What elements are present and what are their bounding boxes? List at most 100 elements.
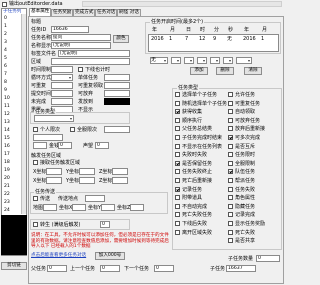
time-cell[interactable]: 2016 [243,36,256,42]
left-list-item[interactable]: 7 [4,72,7,78]
time-mode-select-2[interactable] [171,57,181,64]
left-list-item[interactable]: 5 [4,56,7,62]
area-field[interactable] [51,58,130,65]
left-list-item[interactable]: 24 [4,208,10,214]
left-list-item[interactable]: 15 [4,136,10,142]
bottom-link[interactable]: 点击后能查看更多任务对话 [31,253,86,259]
left-list-item[interactable]: 3 [4,40,7,46]
task-type-select[interactable] [34,115,74,122]
add-sub-button[interactable]: 加入000号 [95,252,125,260]
personal-limit-checkbox[interactable] [33,127,38,132]
task-id-field[interactable]: 16636 [51,26,89,33]
time-cell[interactable]: 2016 [151,36,164,42]
cycle-type-select[interactable] [51,74,73,81]
tab-complete[interactable]: 完成方式 [73,9,96,16]
property-checkbox[interactable] [175,152,180,158]
cut-chain-button[interactable]: 剪切链 [1,262,27,270]
property-checkbox[interactable] [228,186,233,192]
property-checkbox[interactable] [228,212,233,218]
left-list-item[interactable]: 8 [4,80,7,86]
time-limit-field[interactable] [51,66,73,73]
property-checkbox[interactable] [228,203,233,209]
property-checkbox[interactable] [175,160,180,166]
property-checkbox[interactable] [228,178,233,183]
left-list-item[interactable]: 23 [4,200,10,206]
dialog-field[interactable]: [无说明] [58,50,130,57]
property-checkbox[interactable] [228,152,233,158]
tab-dialog[interactable]: 任务对话 [95,9,118,16]
gold-field[interactable] [33,142,47,149]
trigger-z2-field[interactable] [112,177,128,184]
repeat-extra[interactable] [104,82,130,89]
left-list-item[interactable]: 1 [4,24,7,30]
trigger-x-field[interactable] [46,168,62,175]
transport-y-field[interactable] [101,204,115,211]
property-checkbox[interactable] [228,117,233,123]
time-panel-grid[interactable]: 2016 1 7 12 9 无 2016 1 [148,34,279,52]
left-list-item[interactable]: 18 [4,160,10,166]
child-field[interactable]: 16637 [226,265,256,272]
left-list-item[interactable]: 20 [4,176,10,182]
time-mode-select-5[interactable] [210,57,220,64]
global-limit-field[interactable] [104,126,130,133]
ping-extra[interactable] [104,90,130,97]
tab-reward[interactable]: 任务奖励 [51,9,74,16]
tab-basic[interactable]: 基本属性 [29,8,52,16]
property-checkbox[interactable] [228,238,233,244]
property-checkbox[interactable] [175,221,180,226]
property-checkbox[interactable] [228,135,233,140]
left-list-item[interactable]: 22 [4,192,10,198]
child-count-field[interactable]: 0 [256,255,280,262]
tab-monster[interactable]: 刷怪 对话 [117,9,141,16]
property-checkbox[interactable] [175,117,180,123]
time-mode-select-6[interactable] [223,57,233,64]
color-button[interactable]: 颜色 [113,35,129,43]
property-checkbox[interactable] [175,195,180,201]
trigger-z-field[interactable] [112,168,128,175]
global-limit-checkbox[interactable] [70,127,75,132]
time-cell[interactable]: 12 [199,36,205,42]
personal-limit-field[interactable] [33,134,63,141]
property-checkbox[interactable] [175,109,180,115]
property-checkbox[interactable] [175,229,180,235]
trigger-y-field[interactable] [79,168,95,175]
left-list-item[interactable]: 11 [4,104,10,110]
property-checkbox[interactable] [175,126,180,132]
left-list-item[interactable]: 16 [4,144,10,150]
left-list-item[interactable]: 9 [4,88,7,94]
time-cell[interactable]: 1 [169,36,172,42]
transport-checkbox[interactable] [33,196,38,201]
next-field[interactable]: 0 [154,265,174,272]
left-list-item[interactable]: 6 [4,64,7,70]
property-checkbox[interactable] [228,100,233,106]
time-cell[interactable]: 9 [213,36,216,42]
left-list-item[interactable]: 4 [4,48,7,54]
name-display-field[interactable]: (无说明) [51,42,111,49]
property-checkbox[interactable] [228,195,233,201]
property-checkbox[interactable] [175,143,180,149]
left-list-item[interactable]: 21 [4,184,10,190]
gold-value[interactable]: 0 [58,142,72,149]
time-mode-select-4[interactable] [197,57,207,64]
time-cell[interactable]: 7 [185,36,188,42]
repeat-field[interactable] [51,82,73,89]
property-checkbox[interactable] [175,169,180,175]
left-list-item[interactable]: 14 [4,128,10,134]
left-list-item[interactable]: 12 [4,112,10,118]
property-checkbox[interactable] [228,169,233,175]
left-list-item[interactable]: 17 [4,152,10,158]
property-checkbox[interactable] [228,109,233,115]
property-checkbox[interactable] [175,178,180,183]
rebirth-checkbox[interactable] [33,222,38,227]
transport-place-field[interactable] [85,195,105,202]
transport-map-field[interactable] [43,204,57,211]
property-checkbox[interactable] [175,100,180,106]
offline-timer-checkbox[interactable] [78,67,83,72]
property-checkbox[interactable] [228,160,233,166]
prev-field[interactable]: 0 [100,265,120,272]
time-mode-select-3[interactable] [184,57,194,64]
left-list-item[interactable]: 0 [4,16,7,22]
property-checkbox[interactable] [228,126,233,132]
time-add-button[interactable]: 添加 [190,67,208,75]
left-list-item[interactable]: 13 [4,120,10,126]
